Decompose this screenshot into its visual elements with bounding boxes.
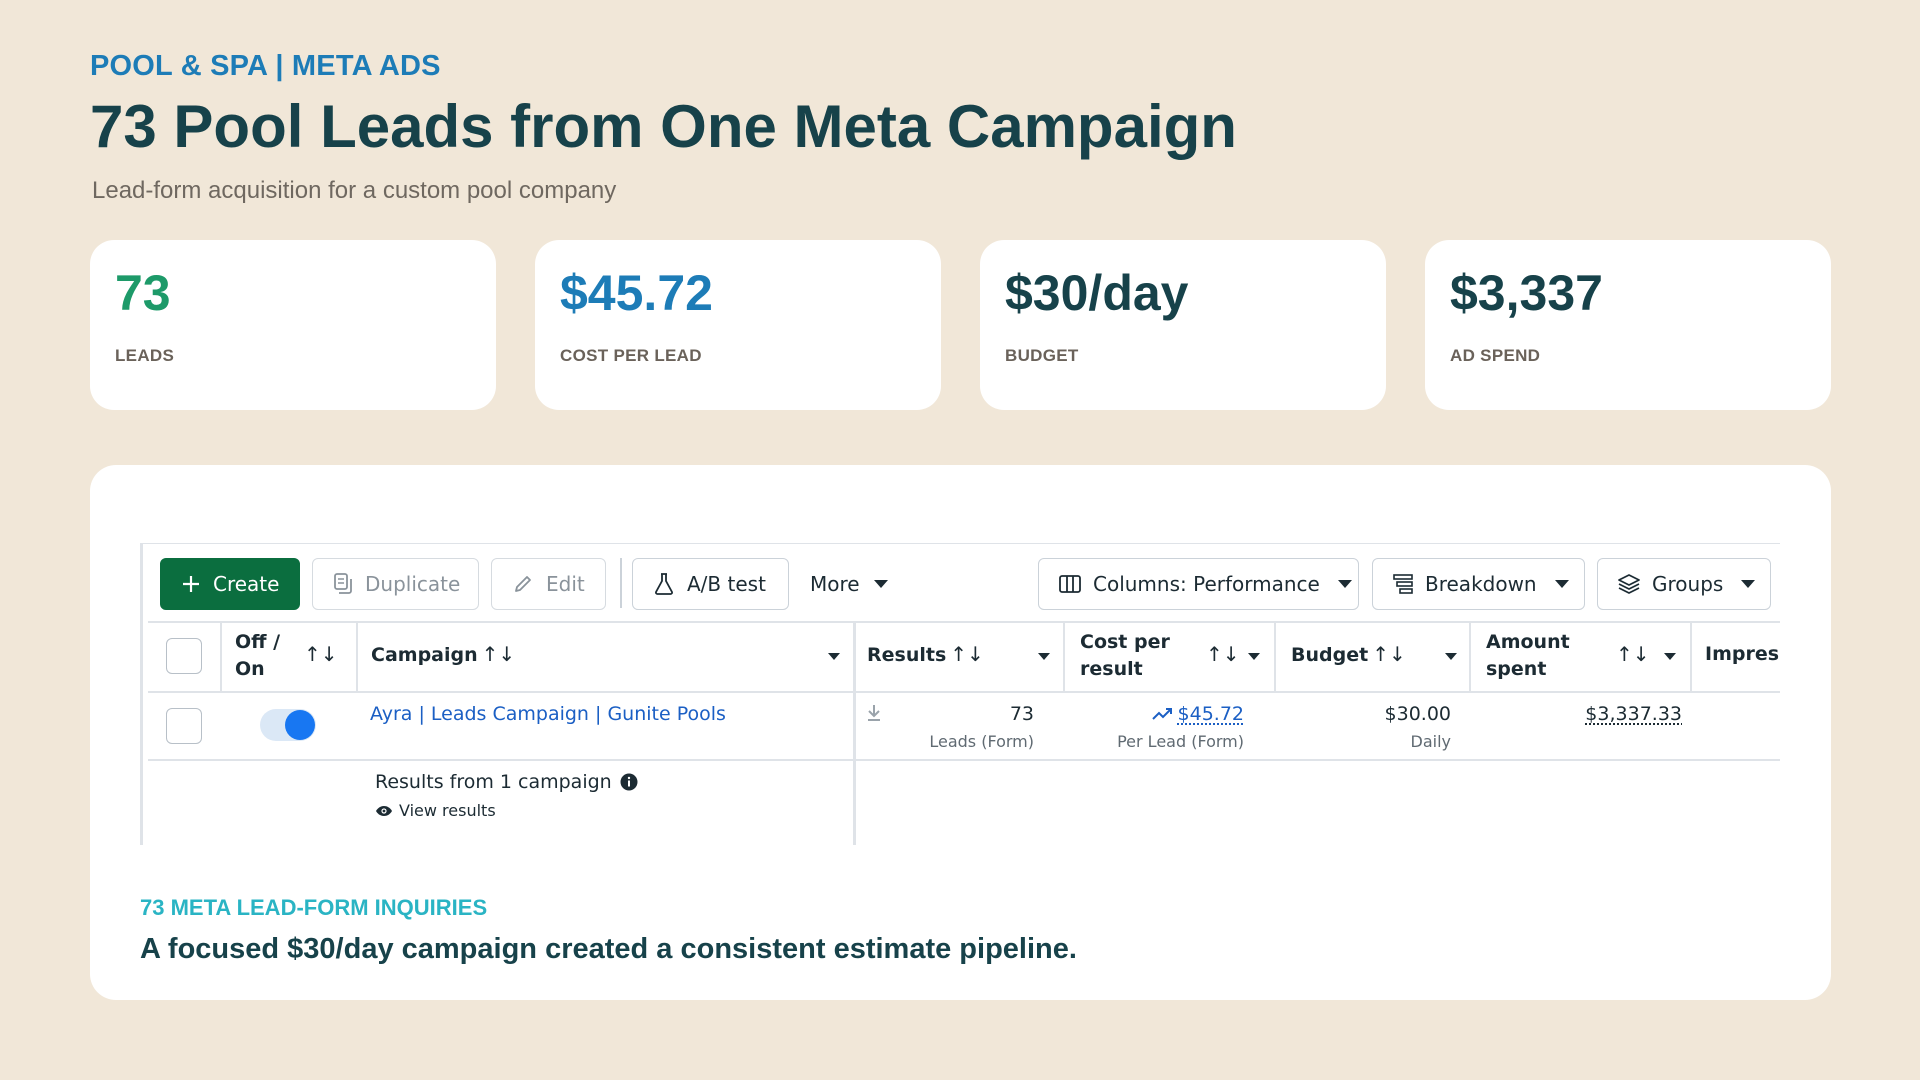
edit-button[interactable]: Edit [491,558,606,610]
download-icon [866,704,882,726]
header-amount-spent[interactable]: Amount spent [1486,629,1576,683]
results-type: Leads (Form) [929,732,1034,751]
header-off-on[interactable]: Off / On [235,629,295,683]
sort-icon[interactable]: ↑↓ [300,641,338,669]
eyebrow: POOL & SPA | META ADS [90,50,441,82]
ab-test-button[interactable]: A/B test [632,558,789,610]
stat-card-budget: $30/day BUDGET [980,240,1386,410]
chevron-down-icon [873,580,888,588]
duplicate-button[interactable]: Duplicate [312,558,479,610]
stat-value: $3,337 [1450,265,1603,321]
header-cost-per-result[interactable]: Cost per result [1080,629,1180,683]
header-impressions[interactable]: Impress [1705,641,1780,668]
duplicate-label: Duplicate [365,572,461,596]
columns-icon [1059,573,1081,595]
results-value: 73 [1009,703,1034,725]
stat-label: LEADS [115,346,175,365]
campaign-name-link[interactable]: Ayra | Leads Campaign | Gunite Pools [370,703,726,725]
chevron-down-icon[interactable] [1445,653,1457,660]
trend-up-icon [1151,708,1172,720]
chevron-down-icon[interactable] [828,653,840,660]
header-budget[interactable]: Budget ↑↓ [1291,641,1406,669]
columns-button[interactable]: Columns: Performance [1038,558,1359,610]
stat-card-cost-per-lead: $45.72 COST PER LEAD [535,240,941,410]
page-title: 73 Pool Leads from One Meta Campaign [90,93,1237,160]
campaign-toggle[interactable] [260,709,316,741]
groups-button[interactable]: Groups [1597,558,1771,610]
screenshot-panel: Create Duplicate Edit A/B test More Colu… [90,465,1831,1000]
layers-icon [1618,573,1640,595]
duplicate-icon [333,573,353,595]
stat-value: $45.72 [560,265,713,321]
cost-per-result-value[interactable]: $45.72 [1151,703,1244,725]
ab-test-label: A/B test [687,572,766,596]
budget-value: $30.00 [1384,703,1451,725]
chevron-down-icon[interactable] [1664,653,1676,660]
results-summary: Results from 1 campaign [375,771,638,793]
pencil-icon [512,573,534,595]
plus-icon [181,573,201,595]
chevron-down-icon [1554,580,1569,588]
breakdown-button[interactable]: Breakdown [1372,558,1585,610]
cost-per-result-type: Per Lead (Form) [1117,732,1244,751]
create-button[interactable]: Create [160,558,300,610]
chevron-down-icon[interactable] [1248,653,1260,660]
chevron-down-icon [1337,580,1352,588]
stat-card-leads: 73 LEADS [90,240,496,410]
sort-icon: ↑↓ [950,642,984,666]
ads-manager-screenshot: Create Duplicate Edit A/B test More Colu… [140,543,1780,845]
sort-icon[interactable]: ↑↓ [1202,641,1240,669]
header-results[interactable]: Results ↑↓ [867,641,984,669]
breakdown-label: Breakdown [1425,572,1537,596]
eye-icon [376,805,392,816]
stat-value: 73 [115,265,171,321]
edit-label: Edit [546,572,585,596]
footer-text: A focused $30/day campaign created a con… [140,933,1077,965]
flask-icon [653,573,675,595]
select-all-checkbox[interactable] [166,638,202,674]
more-label: More [810,572,860,596]
stat-label: AD SPEND [1450,346,1541,365]
stat-label: BUDGET [1005,346,1079,365]
chevron-down-icon [1741,580,1756,588]
view-results-link[interactable]: View results [375,801,496,820]
stat-card-ad-spend: $3,337 AD SPEND [1425,240,1831,410]
groups-label: Groups [1652,572,1724,596]
header-campaign[interactable]: Campaign ↑↓ [371,641,515,669]
columns-label: Columns: Performance [1093,572,1320,596]
chevron-down-icon[interactable] [1038,653,1050,660]
breakdown-icon [1393,573,1413,595]
footer-eyebrow: 73 META LEAD-FORM INQUIRIES [140,895,488,920]
stat-label: COST PER LEAD [560,346,702,365]
info-icon[interactable] [620,773,638,791]
row-checkbox[interactable] [166,708,202,744]
sort-icon: ↑↓ [1372,642,1406,666]
page-subtitle: Lead-form acquisition for a custom pool … [92,177,617,204]
sort-icon[interactable]: ↑↓ [1612,641,1650,669]
more-menu[interactable]: More [810,558,888,610]
stat-value: $30/day [1005,265,1189,321]
create-label: Create [213,572,280,596]
sort-icon: ↑↓ [481,642,516,666]
amount-spent-value[interactable]: $3,337.33 [1585,703,1682,725]
budget-type: Daily [1410,732,1451,751]
